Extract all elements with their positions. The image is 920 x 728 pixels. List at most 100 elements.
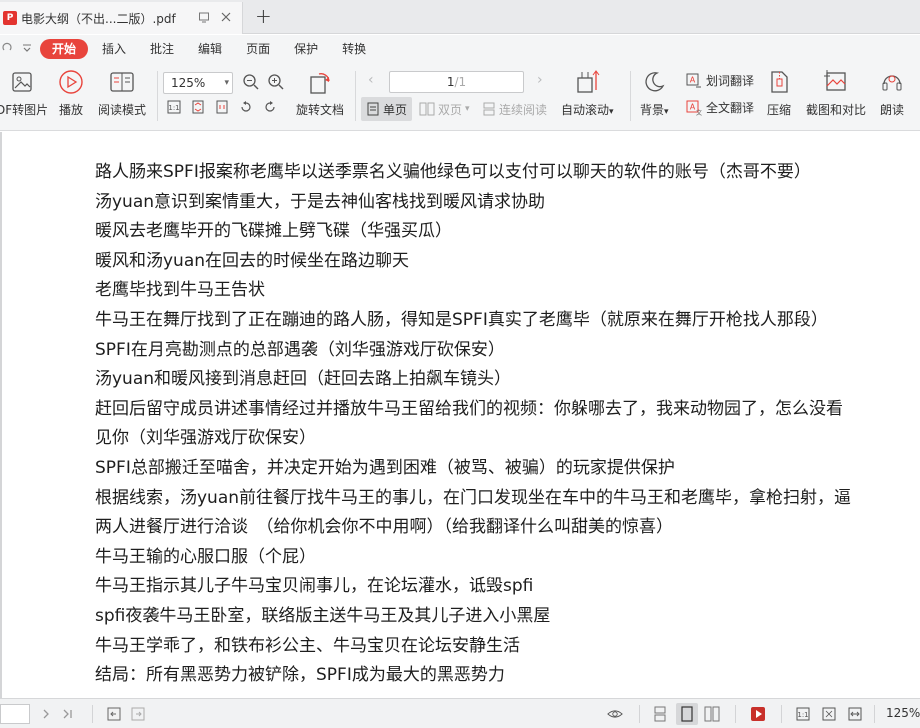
menu-edit[interactable]: 编辑 <box>186 39 234 59</box>
total-pages: /1 <box>454 75 467 89</box>
chevron-down-icon: ▾ <box>224 78 229 88</box>
last-page-icon[interactable] <box>60 706 76 722</box>
menu-start[interactable]: 开始 <box>40 39 89 59</box>
continuous-reading-button[interactable]: 连续阅读 <box>477 97 552 121</box>
fit-width-icon[interactable] <box>847 706 863 722</box>
double-page-view-icon[interactable] <box>704 706 720 722</box>
status-zoom-level[interactable]: 125% <box>886 706 920 720</box>
double-page-icon <box>419 102 435 116</box>
document-line: 牛马王输的心服口服（个屁） <box>95 546 316 567</box>
single-page-icon <box>367 102 379 116</box>
rotate-right-icon[interactable] <box>262 99 278 115</box>
document-line: 牛马王在舞厅找到了正在蹦迪的路人肠，得知是SPFI真实了老鹰毕（就原来在舞厅开枪… <box>95 310 828 330</box>
rotate-document-label: 旋转文档 <box>296 103 345 117</box>
document-line: 汤yuan意识到案情重大，于是去神仙客栈找到暖风请求协助 <box>95 191 546 212</box>
background-button[interactable]: 背景▾ <box>640 69 669 118</box>
continuous-reading-icon <box>483 102 495 116</box>
background-label: 背景▾ <box>640 103 669 117</box>
image-icon <box>9 69 35 95</box>
screenshot-icon <box>823 69 849 95</box>
play-icon <box>58 69 84 95</box>
status-divider <box>639 705 640 723</box>
word-translate-button[interactable]: A 划词翻译 <box>686 72 754 89</box>
status-bar: 1:1 125% <box>0 698 920 728</box>
document-line: 暖风和汤yuan在回去的时候坐在路边聊天 <box>95 250 410 271</box>
page-jump-input[interactable] <box>0 704 30 724</box>
pdf-to-image-button[interactable]: DF转图片 <box>0 69 48 118</box>
close-tab-icon[interactable] <box>220 11 232 26</box>
document-line: 牛马王学乖了，和铁布衫公主、牛马宝贝在论坛安静生活 <box>95 635 520 656</box>
word-translate-icon: A <box>686 73 701 87</box>
single-page-label: 单页 <box>383 102 408 117</box>
svg-text:A: A <box>690 102 696 111</box>
menu-bar: 开始 插入 批注 编辑 页面 保护 转换 <box>0 35 920 63</box>
compress-button[interactable]: 压缩 <box>766 69 792 118</box>
new-tab-button[interactable]: + <box>255 4 272 28</box>
back-icon[interactable] <box>106 706 122 722</box>
svg-text:1:1: 1:1 <box>168 104 179 112</box>
zoom-out-icon[interactable] <box>242 73 260 91</box>
prev-page-icon[interactable]: ‹ <box>368 72 374 88</box>
single-page-button[interactable]: 单页 <box>361 97 413 121</box>
play-slideshow-icon[interactable] <box>750 706 766 722</box>
pin-icon[interactable] <box>198 11 210 26</box>
double-page-label: 双页 <box>438 102 463 117</box>
moon-icon <box>641 69 667 95</box>
menu-annotate[interactable]: 批注 <box>138 39 186 59</box>
reading-mode-button[interactable]: 阅读模式 <box>98 69 146 118</box>
document-line: spfi夜袭牛马王卧室，联络版主送牛马王及其儿子进入小黑屋 <box>95 606 551 626</box>
menu-insert[interactable]: 插入 <box>90 39 138 59</box>
word-translate-label: 划词翻译 <box>706 74 755 88</box>
document-line: 两人进餐厅进行洽谈 （给你机会你不中用啊）（给我翻译什么叫甜美的惊喜） <box>95 517 673 538</box>
single-page-view-icon[interactable] <box>676 703 698 725</box>
eye-protection-icon[interactable] <box>607 706 623 722</box>
screenshot-compare-button[interactable]: 截图和对比 <box>806 69 866 118</box>
full-translate-button[interactable]: A文 全文翻译 <box>686 99 754 116</box>
toolbar-divider <box>157 71 158 121</box>
fit-width-icon[interactable] <box>214 99 230 115</box>
actual-size-icon[interactable]: 1:1 <box>166 99 182 115</box>
tab-title: 电影大纲（不出...二版）.pdf <box>21 11 176 26</box>
status-divider <box>874 705 875 723</box>
full-translate-label: 全文翻译 <box>706 101 755 115</box>
page-number-input[interactable]: 1/1 <box>389 71 524 93</box>
svg-text:1:1: 1:1 <box>797 711 808 719</box>
headset-icon <box>879 69 905 95</box>
play-button[interactable]: 播放 <box>58 69 84 118</box>
play-label: 播放 <box>58 103 83 117</box>
rotate-left-icon[interactable] <box>238 99 254 115</box>
ribbon-toolbar: DF转图片 播放 阅读模式 125% ▾ 1:1 旋转文档 ‹ 1/1 › 单页… <box>0 63 920 131</box>
fit-page-icon[interactable] <box>190 99 206 115</box>
auto-scroll-label: 自动滚动▾ <box>561 103 614 117</box>
forward-icon[interactable] <box>130 706 146 722</box>
auto-scroll-button[interactable]: 自动滚动▾ <box>561 69 614 118</box>
svg-text:文: 文 <box>696 109 702 116</box>
rotate-document-button[interactable]: 旋转文档 <box>296 69 344 118</box>
next-page-icon[interactable] <box>38 706 54 722</box>
continuous-reading-label: 连续阅读 <box>499 102 548 117</box>
menu-page[interactable]: 页面 <box>234 39 282 59</box>
continuous-view-icon[interactable] <box>652 706 668 722</box>
quick-menu-dropdown-icon[interactable] <box>22 43 32 56</box>
toolbar-divider <box>355 71 356 121</box>
document-line: 根据线索，汤yuan前往餐厅找牛马王的事儿，在门口发现坐在车中的牛马王和老鹰毕，… <box>95 487 852 508</box>
double-page-button[interactable]: 双页 ▾ <box>414 97 475 121</box>
menu-convert[interactable]: 转换 <box>330 39 378 59</box>
menu-protect[interactable]: 保护 <box>282 39 330 59</box>
rotate-document-icon <box>307 69 333 95</box>
fit-window-icon[interactable] <box>821 706 837 722</box>
document-line: SPFI总部搬迁至喵舍，并决定开始为遇到困难（被骂、被骗）的玩家提供保护 <box>95 458 675 478</box>
document-line: 见你（刘华强游戏厅砍保安） <box>95 428 316 449</box>
next-page-icon[interactable]: › <box>537 72 543 88</box>
status-divider <box>781 705 782 723</box>
read-aloud-button[interactable]: 朗读 <box>879 69 905 118</box>
actual-size-icon[interactable]: 1:1 <box>795 706 811 722</box>
zoom-in-icon[interactable] <box>267 73 285 91</box>
compress-label: 压缩 <box>766 103 791 117</box>
zoom-select[interactable]: 125% ▾ <box>163 72 233 94</box>
redo-icon[interactable] <box>2 42 12 57</box>
document-tab[interactable]: P 电影大纲（不出...二版）.pdf <box>0 2 243 34</box>
svg-text:A: A <box>690 75 696 84</box>
status-divider <box>735 705 736 723</box>
document-view[interactable]: 路人肠来SPFI报案称老鹰毕以送季票名义骗他绿色可以支付可以聊天的软件的账号（杰… <box>0 132 920 698</box>
